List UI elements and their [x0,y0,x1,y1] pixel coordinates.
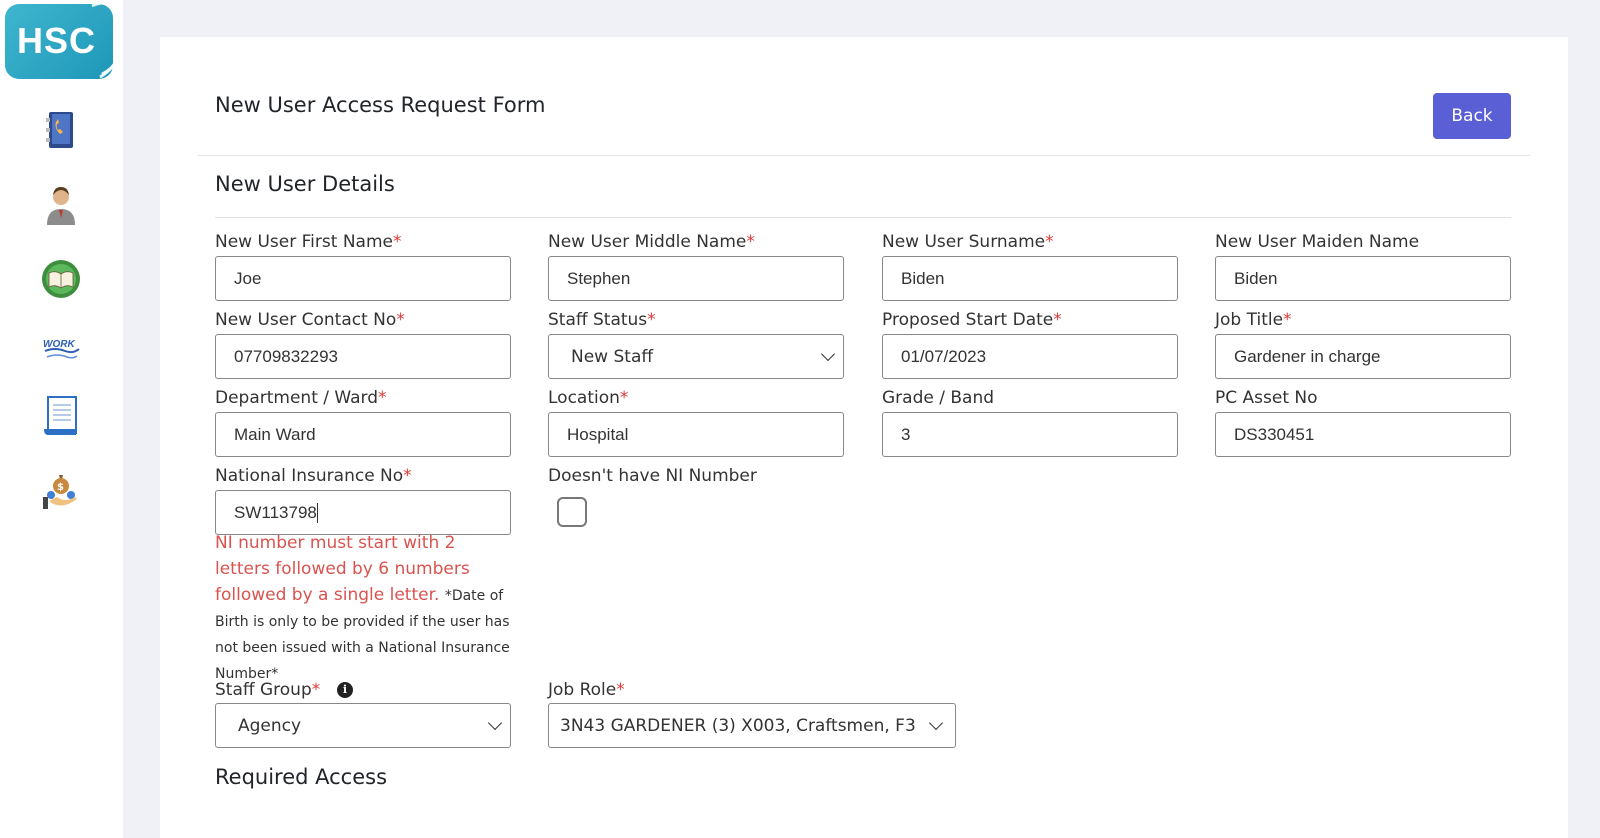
ni-validation-message: NI number must start with 2 letters foll… [215,530,515,686]
job-role-label: Job Role* [548,680,625,700]
location-label: Location* [548,388,629,408]
back-button[interactable]: Back [1433,93,1511,139]
start-date-input[interactable]: 01/07/2023 [882,334,1178,379]
work-icon[interactable]: WORK [40,327,82,369]
contact-no-label: New User Contact No* [215,310,405,330]
department-label: Department / Ward* [215,388,387,408]
location-input[interactable]: Hospital [548,412,844,457]
chevron-down-icon [928,715,944,731]
maiden-name-input[interactable]: Biden [1215,256,1511,301]
ni-number-label: National Insurance No* [215,466,412,486]
contact-no-input[interactable]: 07709832293 [215,334,511,379]
maiden-name-label: New User Maiden Name [1215,232,1420,252]
surname-input[interactable]: Biden [882,256,1178,301]
header-divider [198,155,1530,156]
start-date-label: Proposed Start Date* [882,310,1062,330]
first-name-label: New User First Name* [215,232,402,252]
grade-label: Grade / Band [882,388,995,408]
phonebook-icon[interactable] [40,109,82,151]
svg-text:$: $ [57,482,64,493]
job-role-select[interactable]: 3N43 GARDENER (3) X003, Craftsmen, F3 [548,703,956,748]
staff-group-label: Staff Group* [215,680,321,700]
first-name-input[interactable]: Joe [215,256,511,301]
no-ni-label: Doesn't have NI Number [548,466,757,486]
middle-name-label: New User Middle Name* [548,232,755,252]
section-divider [215,217,1511,218]
grade-input[interactable]: 3 [882,412,1178,457]
required-access-title: Required Access [215,765,388,789]
ni-error-text: NI number must start with 2 letters foll… [215,533,470,605]
text-cursor [316,502,318,523]
user-icon[interactable] [40,185,82,227]
ni-number-value: SW113798 [234,502,317,522]
info-icon[interactable]: i [337,682,353,698]
chevron-down-icon [820,346,836,362]
money-hand-icon[interactable]: $ [40,470,82,512]
middle-name-input[interactable]: Stephen [548,256,844,301]
job-title-input[interactable]: Gardener in charge [1215,334,1511,379]
page-title: New User Access Request Form [215,93,546,117]
staff-group-value: Agency [238,715,302,736]
surname-label: New User Surname* [882,232,1054,252]
document-icon[interactable] [40,395,82,437]
chevron-down-icon [487,715,503,731]
staff-status-label: Staff Status* [548,310,656,330]
job-title-label: Job Title* [1215,310,1292,330]
staff-status-value: New Staff [571,346,654,367]
staff-status-select[interactable]: New Staff [548,334,844,379]
form-card: New User Access Request Form Back New Us… [160,37,1568,838]
department-input[interactable]: Main Ward [215,412,511,457]
pc-asset-input[interactable]: DS330451 [1215,412,1511,457]
sidebar: HSC WORK $ [0,0,123,838]
book-icon[interactable] [40,258,82,300]
no-ni-checkbox[interactable] [557,497,587,527]
pc-asset-label: PC Asset No [1215,388,1318,408]
section-title: New User Details [215,172,395,196]
ni-number-input[interactable]: SW113798 [215,490,511,535]
job-role-value: 3N43 GARDENER (3) X003, Craftsmen, F3 [560,715,916,736]
hsc-logo[interactable]: HSC [5,4,113,79]
staff-group-select[interactable]: Agency [215,703,511,748]
